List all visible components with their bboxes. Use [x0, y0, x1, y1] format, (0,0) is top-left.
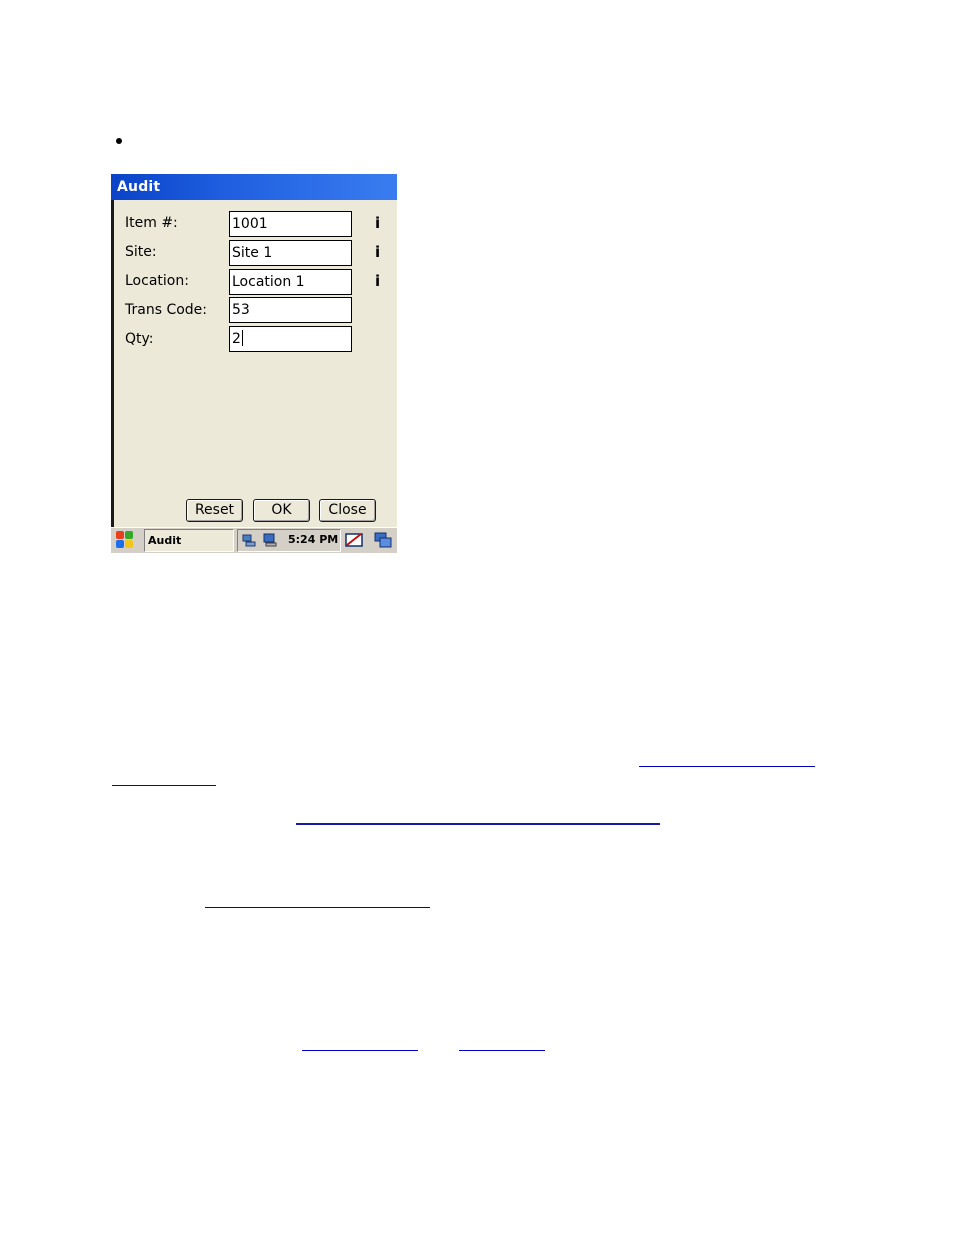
item-info-icon[interactable]: i	[375, 214, 380, 232]
trans-code-field[interactable]: 53	[229, 297, 352, 323]
windows-start-icon[interactable]	[114, 530, 136, 550]
keyboard-icon[interactable]	[345, 531, 365, 549]
location-label: Location:	[125, 273, 189, 289]
system-tray: 5:24 PM	[237, 529, 341, 552]
window-edge	[111, 200, 114, 527]
qty-value: 2	[232, 331, 241, 347]
qty-label: Qty:	[125, 331, 154, 347]
text-caret	[241, 330, 243, 346]
site-label: Site:	[125, 244, 157, 260]
item-label: Item #:	[125, 215, 178, 231]
window-title: Audit	[111, 174, 397, 200]
site-info-icon[interactable]: i	[375, 243, 380, 261]
hyperlink-1[interactable]	[639, 766, 815, 767]
monitor-icon[interactable]	[263, 533, 278, 548]
hyperlink-2[interactable]	[296, 823, 660, 825]
taskbar-audit-button[interactable]: Audit	[144, 529, 234, 552]
item-field[interactable]: 1001	[229, 211, 352, 237]
location-info-icon[interactable]: i	[375, 272, 380, 290]
hyperlink-3[interactable]	[205, 907, 430, 908]
qty-field[interactable]: 2	[229, 326, 352, 352]
desktop-icon[interactable]	[373, 531, 393, 549]
hyperlink-1-continued[interactable]	[112, 785, 216, 786]
trans-code-label: Trans Code:	[125, 302, 208, 318]
network-icon[interactable]	[241, 533, 256, 548]
taskbar-clock: 5:24 PM	[288, 533, 339, 546]
hyperlink-5[interactable]	[459, 1050, 545, 1051]
audit-window: Audit Item #: 1001 i Site: Site 1 i Loca…	[111, 174, 397, 553]
hyperlink-4[interactable]	[302, 1050, 418, 1051]
site-field[interactable]: Site 1	[229, 240, 352, 266]
ok-button[interactable]: OK	[253, 499, 310, 522]
close-button[interactable]: Close	[319, 499, 376, 522]
location-field[interactable]: Location 1	[229, 269, 352, 295]
taskbar: Audit 5:24 PM	[111, 527, 397, 553]
list-bullet	[116, 138, 122, 144]
reset-button[interactable]: Reset	[186, 499, 243, 522]
